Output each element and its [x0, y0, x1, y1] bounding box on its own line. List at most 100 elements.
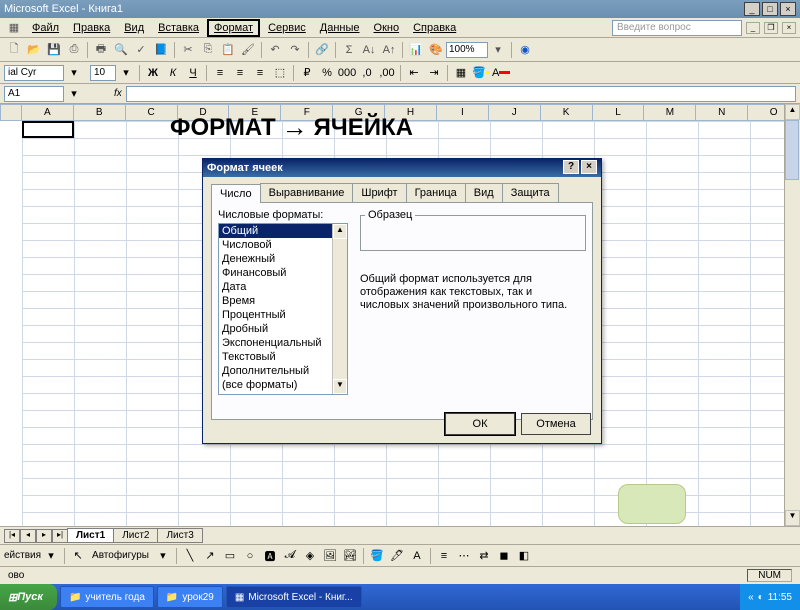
- sheet-tab-2[interactable]: Лист2: [113, 528, 158, 543]
- name-box[interactable]: A1: [4, 86, 64, 102]
- align-left-icon[interactable]: ≡: [211, 64, 229, 82]
- list-item[interactable]: Дробный: [219, 322, 347, 336]
- diagram-icon[interactable]: ◈: [301, 547, 319, 565]
- align-center-icon[interactable]: ≡: [231, 64, 249, 82]
- underline-button[interactable]: Ч: [184, 64, 202, 82]
- currency-icon[interactable]: ₽: [298, 64, 316, 82]
- system-tray[interactable]: « ◐ 11:55: [740, 584, 800, 610]
- save-icon[interactable]: 💾: [45, 41, 63, 59]
- doc-minimize[interactable]: _: [746, 22, 760, 34]
- col-header[interactable]: A: [22, 104, 74, 121]
- question-input[interactable]: Введите вопрос: [612, 20, 742, 36]
- font-dropdown-icon[interactable]: ▾: [65, 64, 83, 82]
- dec-indent-icon[interactable]: ⇤: [405, 64, 423, 82]
- close-button[interactable]: ×: [780, 2, 796, 16]
- line-icon[interactable]: ╲: [181, 547, 199, 565]
- paste-icon[interactable]: 📋: [219, 41, 237, 59]
- scroll-thumb[interactable]: [785, 120, 799, 180]
- inc-decimal-icon[interactable]: ,0: [358, 64, 376, 82]
- sheet-first-icon[interactable]: |◂: [4, 529, 20, 543]
- sheet-next-icon[interactable]: ▸: [36, 529, 52, 543]
- inc-indent-icon[interactable]: ⇥: [425, 64, 443, 82]
- menu-data[interactable]: Данные: [314, 20, 366, 36]
- ok-button[interactable]: ОК: [445, 413, 515, 435]
- menu-help[interactable]: Справка: [407, 20, 462, 36]
- dialog-close-icon[interactable]: ×: [581, 160, 597, 174]
- arrowstyle-icon[interactable]: ⇄: [475, 547, 493, 565]
- shadow-icon[interactable]: ◼: [495, 547, 513, 565]
- list-item[interactable]: Денежный: [219, 252, 347, 266]
- linecolor-icon[interactable]: 🖊: [388, 547, 406, 565]
- task-2[interactable]: 📁урок29: [157, 586, 223, 608]
- sort-desc-icon[interactable]: A↑: [380, 41, 398, 59]
- active-cell[interactable]: [22, 121, 74, 138]
- linestyle-icon[interactable]: ≡: [435, 547, 453, 565]
- tab-number[interactable]: Число: [211, 184, 261, 203]
- research-icon[interactable]: 📘: [152, 41, 170, 59]
- zoom-select[interactable]: 100%: [446, 42, 488, 58]
- borders-icon[interactable]: ▦: [452, 64, 470, 82]
- menu-file[interactable]: Файл: [26, 20, 65, 36]
- list-scroll-down-icon[interactable]: ▼: [333, 379, 347, 394]
- fontcolor2-icon[interactable]: A: [408, 547, 426, 565]
- undo-icon[interactable]: ↶: [266, 41, 284, 59]
- open-icon[interactable]: 📂: [25, 41, 43, 59]
- size-dropdown-icon[interactable]: ▾: [117, 64, 135, 82]
- preview-icon[interactable]: 🔍: [112, 41, 130, 59]
- tray-chevron-icon[interactable]: «: [748, 592, 754, 603]
- font-color-icon[interactable]: A: [492, 64, 510, 82]
- menu-window[interactable]: Окно: [368, 20, 406, 36]
- copy-icon[interactable]: ⎘: [199, 41, 217, 59]
- arrow-tool-icon[interactable]: ↗: [201, 547, 219, 565]
- menu-insert[interactable]: Вставка: [152, 20, 205, 36]
- oval-icon[interactable]: ○: [241, 547, 259, 565]
- merge-icon[interactable]: ⬚: [271, 64, 289, 82]
- list-item[interactable]: Дата: [219, 280, 347, 294]
- menu-format[interactable]: Формат: [207, 19, 260, 37]
- sheet-tab-3[interactable]: Лист3: [157, 528, 202, 543]
- chart-icon[interactable]: 📊: [407, 41, 425, 59]
- drawing-icon[interactable]: 🎨: [427, 41, 445, 59]
- help-icon[interactable]: ◉: [516, 41, 534, 59]
- comma-icon[interactable]: 000: [338, 64, 356, 82]
- dec-decimal-icon[interactable]: ,00: [378, 64, 396, 82]
- rect-icon[interactable]: ▭: [221, 547, 239, 565]
- italic-button[interactable]: К: [164, 64, 182, 82]
- tab-border[interactable]: Граница: [406, 183, 466, 202]
- autoshapes-menu[interactable]: Автофигуры: [92, 550, 149, 561]
- col-header[interactable]: M: [644, 104, 696, 121]
- vertical-scrollbar[interactable]: ▲ ▼: [784, 104, 800, 526]
- scroll-up-icon[interactable]: ▲: [785, 104, 800, 120]
- 3d-icon[interactable]: ◧: [515, 547, 533, 565]
- tab-alignment[interactable]: Выравнивание: [260, 183, 354, 202]
- fill-icon[interactable]: 🪣: [472, 64, 490, 82]
- font-size[interactable]: 10: [90, 65, 116, 81]
- scroll-down-icon[interactable]: ▼: [785, 510, 800, 526]
- start-button[interactable]: ⊞ Пуск: [0, 584, 57, 610]
- select-all-corner[interactable]: [0, 104, 22, 121]
- sum-icon[interactable]: Σ: [340, 41, 358, 59]
- list-item[interactable]: Числовой: [219, 238, 347, 252]
- col-header[interactable]: K: [541, 104, 593, 121]
- clipart-icon[interactable]: 🖼: [321, 547, 339, 565]
- list-item[interactable]: (все форматы): [219, 378, 347, 392]
- zoom-dropdown-icon[interactable]: ▾: [489, 41, 507, 59]
- formula-bar[interactable]: [126, 86, 796, 102]
- list-scrollbar[interactable]: ▲ ▼: [332, 224, 347, 394]
- dialog-titlebar[interactable]: Формат ячеек ? ×: [203, 159, 601, 177]
- list-item[interactable]: Текстовый: [219, 350, 347, 364]
- minimize-button[interactable]: _: [744, 2, 760, 16]
- number-format-list[interactable]: Общий Числовой Денежный Финансовый Дата …: [218, 223, 348, 395]
- cancel-button[interactable]: Отмена: [521, 413, 591, 435]
- menu-view[interactable]: Вид: [118, 20, 150, 36]
- font-name[interactable]: ial Cyr: [4, 65, 64, 81]
- sheet-prev-icon[interactable]: ◂: [20, 529, 36, 543]
- tab-protection[interactable]: Защита: [502, 183, 559, 202]
- list-item[interactable]: Время: [219, 294, 347, 308]
- percent-icon[interactable]: %: [318, 64, 336, 82]
- col-header[interactable]: L: [593, 104, 645, 121]
- col-header[interactable]: J: [489, 104, 541, 121]
- spell-icon[interactable]: ✓: [132, 41, 150, 59]
- doc-close[interactable]: ×: [782, 22, 796, 34]
- select-icon[interactable]: ↖: [69, 547, 87, 565]
